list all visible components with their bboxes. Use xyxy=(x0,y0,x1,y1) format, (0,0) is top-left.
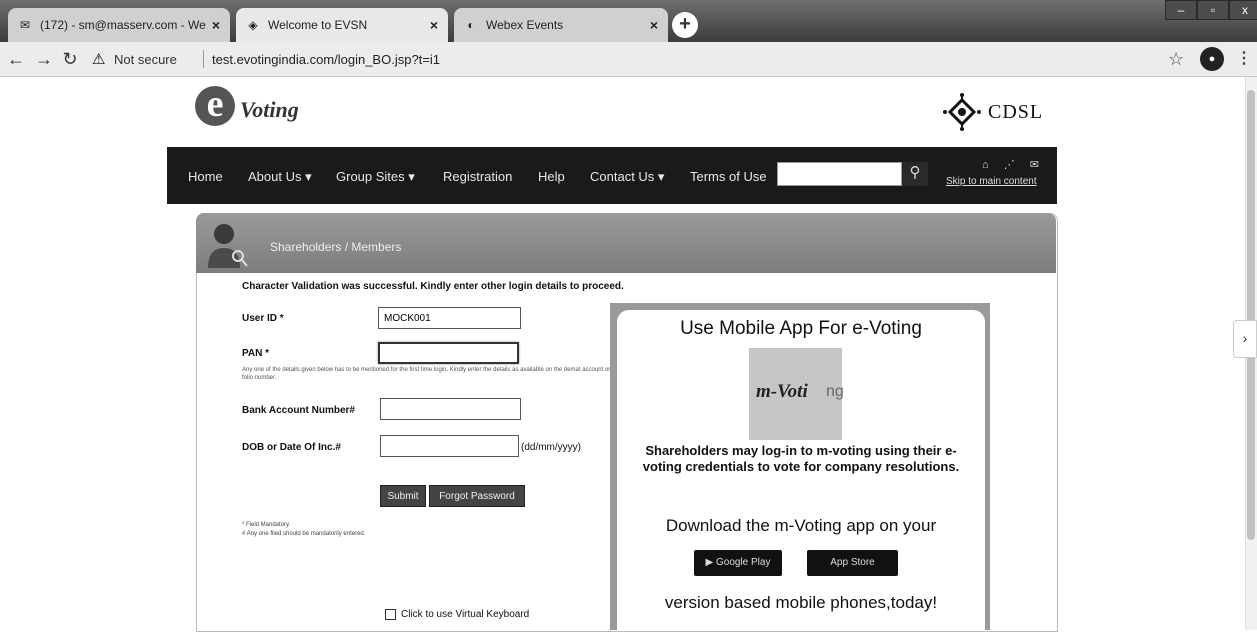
not-secure-label[interactable]: Not secure xyxy=(114,52,177,67)
mail-icon: ✉ xyxy=(19,18,31,32)
m-voting-logo-text: m-Voti xyxy=(756,381,808,402)
nav-about-us[interactable]: About Us ▾ xyxy=(248,169,312,185)
window-controls: – ▫ x xyxy=(1165,0,1257,20)
forward-icon[interactable]: → xyxy=(34,49,54,70)
scrollbar-thumb[interactable] xyxy=(1247,90,1255,540)
close-icon[interactable]: × xyxy=(430,17,438,33)
tab-webex[interactable]: ◐ Webex Events × xyxy=(454,8,668,42)
user-id-label: User ID * xyxy=(242,313,284,324)
close-icon[interactable]: × xyxy=(212,17,220,33)
bookmark-star-icon[interactable]: ☆ xyxy=(1168,49,1184,70)
validation-message: Character Validation was successful. Kin… xyxy=(242,281,624,292)
tab-title: Webex Events xyxy=(486,18,564,32)
tab-evsn[interactable]: ◈ Welcome to EVSN × xyxy=(236,8,448,42)
bank-account-label: Bank Account Number# xyxy=(242,405,355,416)
tab-mail[interactable]: ✉ (172) - sm@masserv.com - Web × xyxy=(8,8,230,42)
reload-icon[interactable]: ↻ xyxy=(60,49,80,70)
evoting-logo-text[interactable]: Voting xyxy=(240,97,299,123)
pan-label: PAN * xyxy=(242,348,270,359)
side-panel-arrow-icon[interactable]: › xyxy=(1233,320,1257,358)
skip-to-main-link[interactable]: Skip to main content xyxy=(946,176,1037,187)
mobile-app-download-text: Download the m-Voting app on your xyxy=(665,516,937,535)
nav-help[interactable]: Help xyxy=(538,169,565,184)
minimize-button[interactable]: – xyxy=(1165,0,1197,20)
tab-title: (172) - sm@masserv.com - Web xyxy=(40,18,206,32)
close-icon[interactable]: × xyxy=(650,17,658,33)
evoting-logo-e[interactable]: e xyxy=(195,85,235,126)
mandatory-note: * Field Mandatory. xyxy=(242,522,291,528)
new-tab-button[interactable]: + xyxy=(672,12,698,38)
cdsl-logo-icon xyxy=(943,93,981,131)
any-one-note: # Any one filed should be mandatorily en… xyxy=(242,531,366,537)
m-voting-logo-tail: ng xyxy=(826,383,844,400)
mobile-app-title: Use Mobile App For e-Voting xyxy=(680,318,922,339)
menu-kebab-icon[interactable]: ⋮ xyxy=(1236,48,1252,68)
tab-title: Welcome to EVSN xyxy=(268,18,368,32)
mobile-app-description: Shareholders may log-in to m-voting usin… xyxy=(642,443,960,474)
pan-input[interactable] xyxy=(378,342,519,364)
cdsl-brand: CDSL xyxy=(988,101,1044,123)
dob-format-hint: (dd/mm/yyyy) xyxy=(521,442,581,453)
webex-icon: ◐ xyxy=(467,18,475,32)
submit-button[interactable]: Submit xyxy=(380,485,426,507)
app-store-button[interactable]: App Store xyxy=(807,550,898,576)
close-window-button[interactable]: x xyxy=(1229,0,1257,20)
browser-toolbar xyxy=(0,42,1257,77)
panel-title: Shareholders / Members xyxy=(270,240,402,254)
login-hint: Any one of the details given below has t… xyxy=(242,367,611,381)
home-sitemap-mail-icons[interactable]: ⌂ ⋰ ✉ xyxy=(982,158,1045,171)
address-divider xyxy=(203,50,204,68)
nav-contact-us[interactable]: Contact Us ▾ xyxy=(590,169,664,185)
virtual-keyboard-checkbox[interactable] xyxy=(385,609,396,620)
search-icon[interactable]: ⚲ xyxy=(902,162,928,186)
bank-account-input[interactable] xyxy=(380,398,521,420)
shareholder-user-icon xyxy=(208,224,248,268)
dob-label: DOB or Date Of Inc.# xyxy=(242,442,341,453)
profile-avatar[interactable]: ● xyxy=(1200,47,1224,71)
google-play-button[interactable]: ▶ Google Play xyxy=(694,550,782,576)
user-id-input[interactable] xyxy=(378,307,521,329)
forgot-password-button[interactable]: Forgot Password xyxy=(429,485,525,507)
nav-group-sites[interactable]: Group Sites ▾ xyxy=(336,169,415,185)
mobile-app-footer: version based mobile phones,today! xyxy=(664,593,938,612)
nav-terms-of-use[interactable]: Terms of Use xyxy=(690,169,767,184)
virtual-keyboard-label[interactable]: Click to use Virtual Keyboard xyxy=(401,609,529,620)
back-icon[interactable]: ← xyxy=(6,49,26,70)
warning-icon[interactable]: ⚠ xyxy=(92,50,105,68)
site-search-input[interactable] xyxy=(777,162,902,186)
maximize-button[interactable]: ▫ xyxy=(1197,0,1229,20)
diamond-icon: ◈ xyxy=(248,18,258,32)
address-bar[interactable]: test.evotingindia.com/login_BO.jsp?t=i1 xyxy=(212,52,440,67)
nav-home[interactable]: Home xyxy=(188,169,223,184)
dob-input[interactable] xyxy=(380,435,519,457)
nav-registration[interactable]: Registration xyxy=(443,169,512,184)
